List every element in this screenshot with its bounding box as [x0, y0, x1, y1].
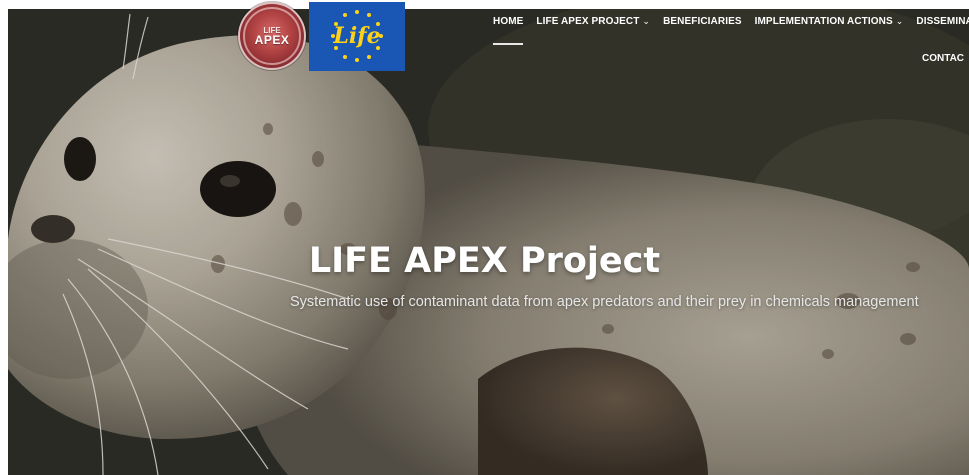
chevron-down-icon: ⌄ [895, 15, 904, 26]
eu-life-logo[interactable]: Life [309, 2, 405, 71]
nav-item-beneficiaries[interactable]: BENEFICIARIES [663, 16, 742, 27]
eu-life-wordmark: Life [333, 23, 381, 49]
nav-item-label: IMPLEMENTATION ACTIONS [754, 15, 893, 27]
nav-item-label: LIFE APEX PROJECT [536, 15, 640, 27]
main-nav: HOME LIFE APEX PROJECT ⌄ BENEFICIARIES IM… [493, 6, 969, 45]
logo-text-main: APEX [254, 32, 290, 47]
page-frame: LIFE APEX Life HOME LIFE APEX PROJECT ⌄ … [0, 0, 969, 475]
nav-item-home[interactable]: HOME [493, 6, 524, 45]
hero-subtitle: Systematic use of contaminant data from … [290, 294, 919, 310]
nav-item-label: HOME [493, 15, 524, 27]
life-apex-logo[interactable]: LIFE APEX [238, 2, 306, 70]
nav-item-dissemination[interactable]: DISSEMINATIO [916, 16, 969, 27]
chevron-down-icon: ⌄ [642, 15, 651, 26]
nav-item-contact[interactable]: CONTAC [922, 53, 964, 64]
nav-item-label: DISSEMINATIO [916, 15, 969, 27]
nav-item-life-apex-project[interactable]: LIFE APEX PROJECT ⌄ [536, 16, 650, 27]
nav-item-implementation-actions[interactable]: IMPLEMENTATION ACTIONS ⌄ [755, 16, 904, 27]
hero-title: LIFE APEX Project [308, 241, 661, 281]
logo-text: LIFE APEX [255, 26, 290, 47]
nav-item-label: BENEFICIARIES [663, 15, 742, 27]
